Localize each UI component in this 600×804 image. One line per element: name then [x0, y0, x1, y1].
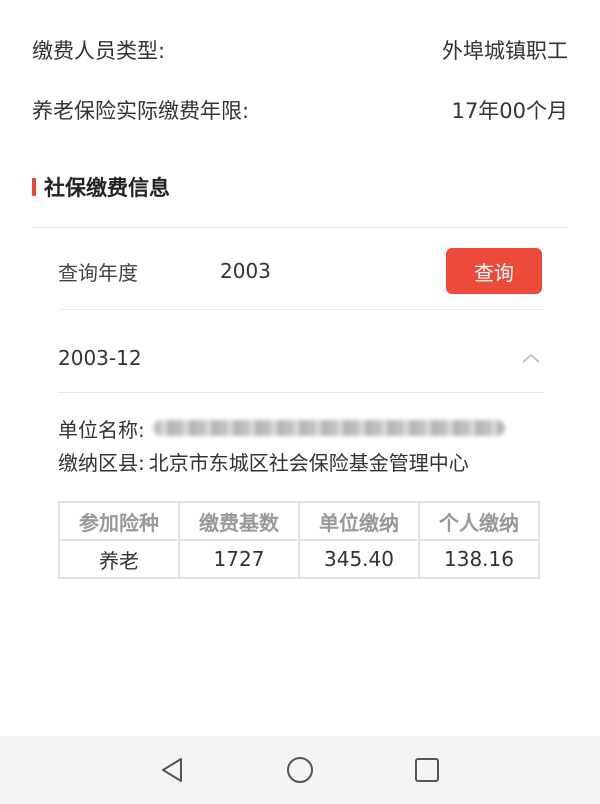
employer-name-redacted — [152, 420, 505, 436]
table-cell: 1727 — [178, 539, 300, 579]
table-header-cell: 缴费基数 — [178, 501, 300, 541]
pension-years-value: 17年00个月 — [451, 99, 568, 123]
district-value: 北京市东城区社会保险基金管理中心 — [148, 450, 469, 475]
table-cell: 138.16 — [418, 539, 540, 579]
chevron-up-icon[interactable] — [520, 347, 542, 369]
section-header: 社保缴费信息 — [32, 170, 170, 204]
employer-label: 单位名称: — [58, 417, 145, 442]
table-header-row: 参加险种 缴费基数 单位缴纳 个人缴纳 — [58, 501, 540, 541]
query-row: 查询年度 2003 查询 — [58, 248, 542, 294]
section-accent-bar — [32, 178, 36, 196]
query-year-label: 查询年度 — [58, 260, 138, 285]
pension-years-row: 养老保险实际缴费年限: 17年00个月 — [32, 90, 568, 130]
section-title: 社保缴费信息 — [44, 176, 170, 200]
divider — [32, 227, 568, 228]
table-cell: 345.40 — [298, 539, 420, 579]
district-label: 缴纳区县: — [58, 450, 145, 475]
payer-type-value: 外埠城镇职工 — [442, 39, 568, 63]
district-row: 缴纳区县: 北京市东城区社会保险基金管理中心 — [58, 445, 548, 477]
table-header-cell: 参加险种 — [58, 501, 180, 541]
payer-type-row: 缴费人员类型: 外埠城镇职工 — [32, 30, 568, 70]
table-header-cell: 单位缴纳 — [298, 501, 420, 541]
divider — [58, 392, 544, 393]
circle-home-icon[interactable] — [284, 754, 316, 786]
divider — [58, 309, 544, 310]
month-label: 2003-12 — [58, 346, 142, 370]
triangle-back-icon[interactable] — [156, 754, 188, 786]
payer-type-label: 缴费人员类型: — [32, 39, 166, 63]
query-year-select[interactable]: 2003 — [220, 259, 446, 283]
table-cell: 养老 — [58, 539, 180, 579]
table-header-cell: 个人缴纳 — [418, 501, 540, 541]
employer-row: 单位名称: — [58, 412, 548, 444]
month-header[interactable]: 2003-12 — [58, 338, 542, 378]
system-nav-bar — [0, 736, 600, 804]
table-row: 养老 1727 345.40 138.16 — [58, 539, 540, 579]
pension-years-label: 养老保险实际缴费年限: — [32, 99, 250, 123]
query-button[interactable]: 查询 — [446, 248, 542, 294]
contribution-table: 参加险种 缴费基数 单位缴纳 个人缴纳 养老 1727 345.40 138.1… — [58, 501, 540, 579]
square-recents-icon[interactable] — [411, 754, 443, 786]
